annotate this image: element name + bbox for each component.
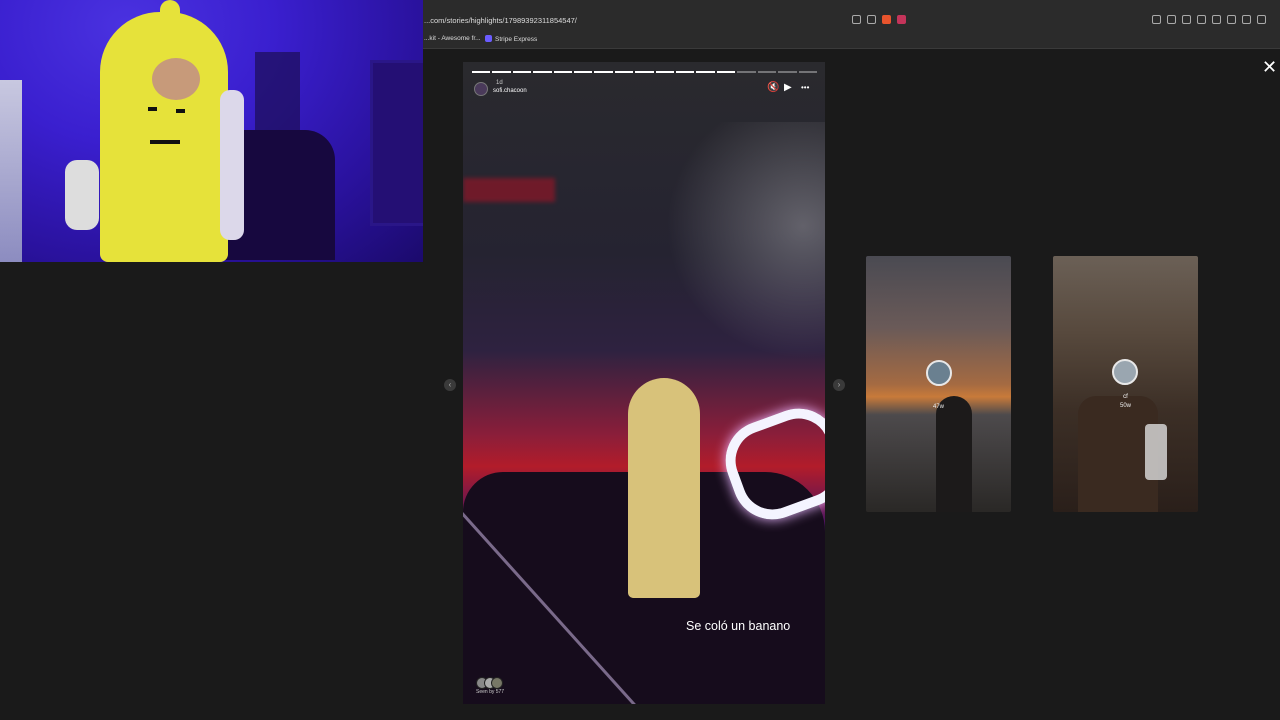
progress-segment bbox=[757, 71, 777, 73]
microphone bbox=[65, 160, 99, 230]
bookmarks-bar: ...kit - Awesome fr... Stripe Express bbox=[422, 30, 1280, 49]
puzzle-icon[interactable] bbox=[1167, 15, 1176, 24]
brave-shield-icon[interactable] bbox=[882, 15, 891, 24]
stage-light bbox=[643, 122, 825, 382]
story-username[interactable]: sofi.chacoon bbox=[493, 88, 527, 94]
seen-by-avatars[interactable] bbox=[476, 677, 503, 689]
tab-icon[interactable] bbox=[1182, 15, 1191, 24]
extension-icon[interactable] bbox=[1152, 15, 1161, 24]
avatar bbox=[926, 360, 952, 386]
address-bar-icons bbox=[852, 15, 906, 24]
costume-eye-right bbox=[176, 109, 185, 113]
person-silhouette bbox=[936, 396, 972, 512]
address-bar[interactable]: ...com/stories/highlights/17989392311854… bbox=[422, 12, 1280, 30]
music-icon[interactable] bbox=[1197, 15, 1206, 24]
avatar bbox=[1112, 359, 1138, 385]
costume-eye-left bbox=[148, 107, 157, 111]
progress-segment bbox=[655, 71, 675, 73]
story-media[interactable] bbox=[463, 62, 825, 704]
phone bbox=[1145, 424, 1167, 480]
avatar bbox=[491, 677, 503, 689]
vpn-icon[interactable] bbox=[1257, 15, 1266, 24]
wallet-icon[interactable] bbox=[1227, 15, 1236, 24]
avatar[interactable] bbox=[474, 82, 488, 96]
next-story-preview[interactable]: 47w bbox=[866, 256, 1011, 512]
url-text[interactable]: ...com/stories/highlights/17989392311854… bbox=[424, 16, 577, 25]
sidebar-icon[interactable] bbox=[1212, 15, 1221, 24]
more-options-icon[interactable]: ••• bbox=[801, 82, 809, 94]
costume-mouth bbox=[150, 140, 180, 144]
wall-frame bbox=[370, 60, 423, 226]
progress-segment bbox=[533, 71, 552, 73]
close-icon[interactable]: ✕ bbox=[1262, 58, 1277, 76]
progress-segment bbox=[553, 71, 573, 73]
progress-segment bbox=[614, 71, 634, 73]
progress-segment bbox=[635, 71, 654, 73]
progress-segment bbox=[574, 71, 593, 73]
story-age: 50w bbox=[1119, 403, 1131, 409]
progress-segment bbox=[512, 71, 532, 73]
brave-rewards-icon[interactable] bbox=[897, 15, 906, 24]
progress-segment bbox=[676, 71, 695, 73]
banana-costume bbox=[100, 12, 228, 262]
cast-icon[interactable] bbox=[852, 15, 861, 24]
mute-icon[interactable]: 🔇 bbox=[767, 82, 779, 94]
stripe-icon bbox=[485, 35, 492, 42]
progress-segment bbox=[737, 71, 756, 73]
progress-segment bbox=[492, 71, 511, 73]
extension-icons bbox=[1152, 15, 1266, 24]
story-username: cf bbox=[1123, 394, 1128, 400]
mic-stand bbox=[0, 80, 22, 262]
progress-segment bbox=[696, 71, 715, 73]
story-age: 47w bbox=[932, 404, 944, 410]
red-glow bbox=[463, 178, 555, 202]
story-timestamp: 1d bbox=[496, 80, 503, 86]
next-story-button[interactable]: › bbox=[833, 379, 845, 391]
story-progress-bar bbox=[472, 71, 817, 73]
progress-segment bbox=[594, 71, 613, 73]
play-icon[interactable]: ▶ bbox=[784, 82, 792, 94]
share-icon[interactable] bbox=[867, 15, 876, 24]
progress-segment bbox=[716, 71, 736, 73]
leo-icon[interactable] bbox=[1242, 15, 1251, 24]
progress-segment bbox=[472, 71, 491, 73]
progress-segment bbox=[778, 71, 797, 73]
previous-story-button[interactable]: ‹ bbox=[444, 379, 456, 391]
bookmark-item-stripe[interactable]: Stripe Express bbox=[485, 35, 537, 43]
webcam-overlay bbox=[0, 0, 423, 262]
streamer-arm bbox=[220, 90, 244, 240]
story-caption: Se coló un banano bbox=[686, 619, 791, 633]
next-story-preview[interactable]: cf 50w bbox=[1053, 256, 1198, 512]
streamer-face bbox=[152, 58, 200, 100]
bookmark-item[interactable]: ...kit - Awesome fr... bbox=[424, 35, 481, 42]
seen-by-count[interactable]: Seen by 577 bbox=[476, 689, 504, 695]
banana-costume-person bbox=[628, 378, 700, 598]
progress-segment bbox=[798, 71, 817, 73]
